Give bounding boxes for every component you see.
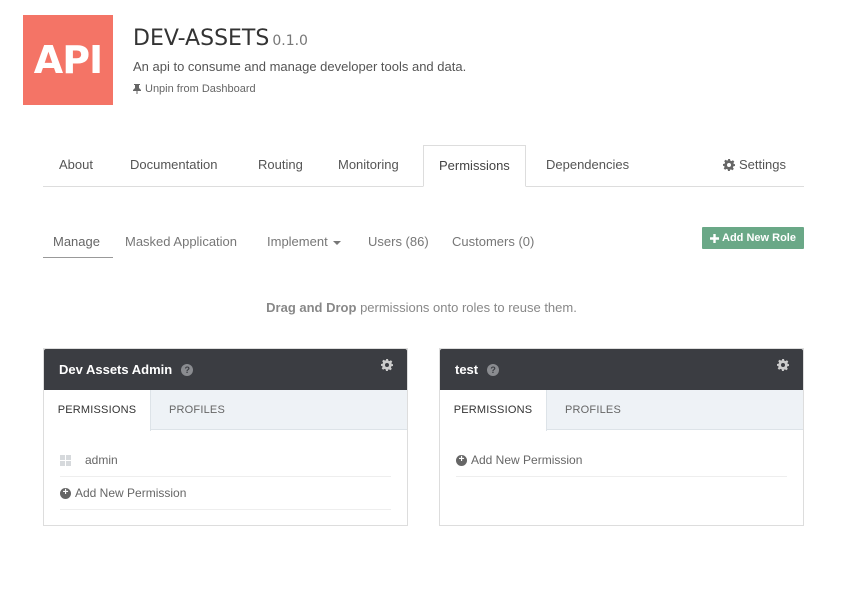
api-name: DEV-ASSETS: [133, 26, 270, 51]
role-name: Dev Assets Admin: [59, 362, 173, 377]
tab-routing[interactable]: Routing: [258, 145, 303, 187]
tab-permissions[interactable]: Permissions: [423, 145, 526, 187]
help-icon[interactable]: ?: [181, 363, 194, 376]
subnav-customers[interactable]: Customers (0): [452, 234, 534, 249]
add-new-permission-label: Add New Permission: [471, 453, 583, 467]
add-new-permission-link[interactable]: + Add New Permission: [456, 444, 787, 477]
plus-icon: [710, 233, 720, 243]
role-card: test ? PERMISSIONS PROFILES + Add New Pe…: [439, 348, 804, 526]
tab-monitoring[interactable]: Monitoring: [338, 145, 399, 187]
subnav-masked-application[interactable]: Masked Application: [125, 234, 237, 249]
add-new-role-label: Add New Role: [722, 232, 796, 244]
drag-drop-hint: Drag and Drop permissions onto roles to …: [0, 300, 843, 315]
main-tabs: About Documentation Routing Monitoring P…: [43, 145, 804, 187]
grid-icon: [60, 454, 71, 466]
plus-circle-icon: +: [60, 487, 71, 499]
tab-about[interactable]: About: [59, 145, 93, 187]
api-version: 0.1.0: [272, 33, 308, 49]
gear-icon[interactable]: [381, 359, 393, 371]
api-description: An api to consume and manage developer t…: [133, 59, 467, 74]
help-icon[interactable]: ?: [487, 363, 500, 376]
hint-bold: Drag and Drop: [266, 300, 357, 315]
api-title: DEV-ASSETS 0.1.0: [133, 26, 308, 51]
add-new-permission-label: Add New Permission: [75, 486, 187, 500]
add-new-permission-link[interactable]: + Add New Permission: [60, 477, 391, 510]
role-tab-permissions[interactable]: PERMISSIONS: [44, 390, 151, 431]
subnav-implement-label: Implement: [267, 234, 328, 249]
role-tabs: PERMISSIONS PROFILES: [44, 390, 407, 431]
role-card: Dev Assets Admin ? PERMISSIONS PROFILES …: [43, 348, 408, 526]
role-header: Dev Assets Admin ?: [44, 349, 407, 390]
unpin-link[interactable]: Unpin from Dashboard: [133, 83, 256, 95]
subnav-manage[interactable]: Manage: [53, 234, 100, 249]
api-logo: API: [23, 15, 113, 105]
tab-dependencies[interactable]: Dependencies: [546, 145, 629, 187]
plus-circle-icon: +: [456, 454, 467, 466]
tab-documentation[interactable]: Documentation: [130, 145, 217, 187]
tab-settings[interactable]: Settings: [723, 145, 786, 185]
role-header: test ?: [440, 349, 803, 390]
role-tab-profiles[interactable]: PROFILES: [169, 390, 225, 430]
subnav-implement[interactable]: Implement: [267, 234, 341, 249]
unpin-label: Unpin from Dashboard: [145, 83, 256, 95]
role-tab-profiles[interactable]: PROFILES: [565, 390, 621, 430]
permission-item[interactable]: admin: [60, 444, 391, 477]
add-new-role-button[interactable]: Add New Role: [702, 227, 804, 249]
permission-name: admin: [85, 453, 118, 467]
settings-label: Settings: [739, 157, 786, 172]
gear-icon[interactable]: [777, 359, 789, 371]
pin-icon: [133, 84, 141, 94]
caret-down-icon: [332, 240, 341, 245]
subnav-active-indicator: [43, 257, 113, 258]
role-name: test: [455, 362, 479, 377]
role-tabs: PERMISSIONS PROFILES: [440, 390, 803, 431]
role-tab-permissions[interactable]: PERMISSIONS: [440, 390, 547, 431]
gear-icon: [723, 159, 736, 171]
hint-text: permissions onto roles to reuse them.: [356, 300, 577, 315]
subnav-users[interactable]: Users (86): [368, 234, 429, 249]
